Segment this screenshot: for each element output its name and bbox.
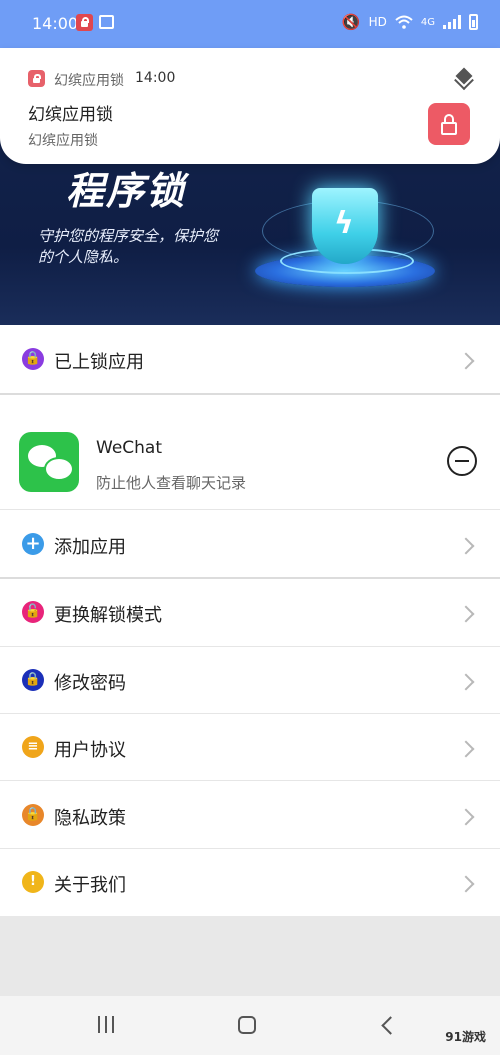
menu-item-about-us[interactable]: ! 关于我们 — [0, 849, 500, 916]
chevron-right-icon — [457, 740, 475, 758]
menu-item-change-password[interactable]: 🔒 修改密码 — [0, 647, 500, 713]
lock-icon — [428, 103, 470, 145]
home-icon[interactable] — [238, 1016, 256, 1034]
chevron-right-icon — [457, 352, 475, 370]
recents-icon[interactable] — [98, 1016, 114, 1033]
chevron-right-icon — [457, 808, 475, 826]
banner-title: 程序锁 — [66, 169, 187, 213]
notification-title: 幻缤应用锁 — [28, 105, 113, 125]
menu-item-label: 关于我们 — [54, 875, 126, 896]
locked-app-name: WeChat — [96, 438, 162, 458]
info-exclamation-icon: ! — [22, 871, 44, 893]
menu-item-label: 更换解锁模式 — [54, 605, 162, 626]
image-icon — [99, 15, 114, 29]
document-icon: ≡ — [22, 736, 44, 758]
signal-icon — [443, 15, 461, 29]
wifi-icon — [395, 15, 413, 29]
status-indicators: 🔇 HD 4G — [342, 13, 478, 31]
menu-item-privacy-policy[interactable]: 🔒 隐私政策 — [0, 781, 500, 848]
notification-time: 14:00 — [135, 70, 176, 86]
menu-item-label: 修改密码 — [54, 673, 126, 694]
chevron-right-icon — [457, 605, 475, 623]
remove-app-button[interactable] — [447, 446, 477, 476]
chevron-right-icon — [457, 537, 475, 555]
notification-card[interactable]: 幻缤应用锁 14:00 幻缤应用锁 幻缤应用锁 — [0, 48, 500, 164]
app-lock-icon — [28, 70, 45, 87]
watermark: 91游戏 — [445, 1030, 486, 1044]
hd-indicator: HD — [368, 15, 387, 29]
locked-app-description: 防止他人查看聊天记录 — [96, 474, 247, 492]
empty-area — [0, 916, 500, 996]
privacy-lock-icon: 🔒 — [22, 804, 44, 826]
notification-app-name: 幻缤应用锁 — [54, 73, 124, 89]
chevron-right-icon — [457, 673, 475, 691]
wechat-app-icon — [19, 432, 79, 492]
menu-item-change-unlock-mode[interactable]: 🔓 更换解锁模式 — [0, 579, 500, 646]
mute-icon: 🔇 — [341, 13, 361, 31]
status-bar: 14:00 🔇 HD 4G — [0, 0, 500, 48]
app-lock-icon — [76, 14, 93, 31]
status-time: 14:00 — [32, 14, 79, 33]
add-app-row[interactable]: + 添加应用 — [0, 510, 500, 577]
layers-icon[interactable] — [455, 67, 473, 85]
locked-apps-label: 已上锁应用 — [54, 352, 144, 373]
navigation-bar: 91游戏 — [0, 996, 500, 1055]
chevron-right-icon — [457, 875, 475, 893]
locked-apps-row[interactable]: 🔒 已上锁应用 — [0, 326, 500, 393]
unlock-icon: 🔓 — [22, 601, 44, 623]
menu-item-label: 用户协议 — [54, 740, 126, 761]
network-4g-indicator: 4G — [420, 16, 435, 28]
battery-icon — [469, 14, 478, 30]
notification-text: 幻缤应用锁 — [28, 133, 98, 149]
purple-lock-icon: 🔒 — [22, 348, 44, 370]
shield-icon: ϟ — [312, 188, 378, 264]
menu-item-user-agreement[interactable]: ≡ 用户协议 — [0, 714, 500, 780]
banner-subtitle: 守护您的程序安全，保护您的个人隐私。 — [38, 227, 219, 266]
back-icon[interactable] — [381, 1016, 400, 1035]
password-lock-icon: 🔒 — [22, 669, 44, 691]
add-app-label: 添加应用 — [54, 537, 126, 558]
add-icon: + — [22, 533, 44, 555]
menu-item-label: 隐私政策 — [54, 808, 126, 829]
